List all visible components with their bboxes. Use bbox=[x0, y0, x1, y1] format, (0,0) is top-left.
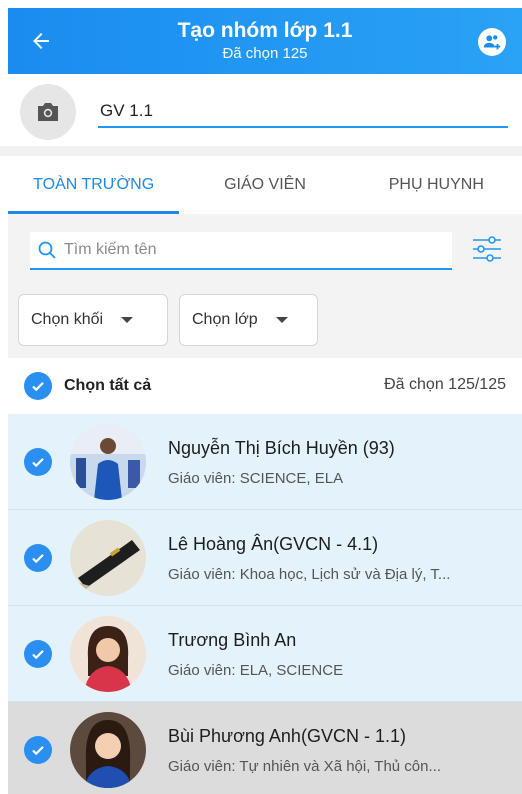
member-detail: Giáo viên: Khoa học, Lịch sử và Địa lý, … bbox=[168, 566, 451, 583]
member-detail: Giáo viên: ELA, SCIENCE bbox=[168, 662, 344, 679]
member-list: Nguyễn Thị Bích Huyền (93) Giáo viên: SC… bbox=[8, 414, 522, 794]
selected-summary: Đã chọn 125 bbox=[222, 45, 308, 62]
tab-parents[interactable]: PHỤ HUYNH bbox=[351, 156, 522, 214]
header-titles: Tạo nhóm lớp 1.1 Đã chọn 125 bbox=[8, 18, 522, 64]
search-row bbox=[8, 214, 522, 284]
member-detail: Giáo viên: SCIENCE, ELA bbox=[168, 470, 344, 487]
member-name: Trương Bình An bbox=[168, 630, 297, 650]
select-count: Đã chọn 125/125 bbox=[384, 376, 506, 393]
filter-row: Chọn khối Chọn lớp bbox=[8, 284, 522, 358]
section-divider bbox=[0, 146, 522, 156]
caret-down-icon bbox=[275, 317, 288, 323]
tab-teachers[interactable]: GIÁO VIÊN bbox=[179, 156, 350, 214]
avatar bbox=[70, 616, 146, 692]
list-item[interactable]: Nguyễn Thị Bích Huyền (93) Giáo viên: SC… bbox=[8, 414, 522, 510]
avatar bbox=[70, 712, 146, 788]
tab-bar: TOÀN TRƯỜNG GIÁO VIÊN PHỤ HUYNH bbox=[8, 156, 522, 214]
grade-dropdown-label: Chọn khối bbox=[31, 311, 104, 328]
caret-down-icon bbox=[121, 317, 134, 323]
select-all-row[interactable]: Chọn tất cả Đã chọn 125/125 bbox=[0, 358, 522, 414]
filter-button[interactable] bbox=[470, 232, 504, 266]
search-icon bbox=[30, 240, 64, 260]
select-all-label: Chọn tất cả bbox=[64, 377, 152, 394]
class-dropdown[interactable]: Chọn lớp bbox=[179, 294, 318, 346]
grade-dropdown[interactable]: Chọn khối bbox=[18, 294, 168, 346]
group-name-row bbox=[8, 74, 522, 156]
check-circle-icon[interactable] bbox=[24, 544, 52, 572]
list-item[interactable]: Trương Bình An Giáo viên: ELA, SCIENCE bbox=[8, 606, 522, 702]
group-name-input[interactable] bbox=[98, 96, 508, 128]
member-name: Lê Hoàng Ân(GVCN - 4.1) bbox=[168, 534, 379, 554]
avatar bbox=[70, 520, 146, 596]
check-circle-icon[interactable] bbox=[24, 640, 52, 668]
camera-button[interactable] bbox=[20, 84, 76, 140]
check-circle-icon[interactable] bbox=[24, 448, 52, 476]
class-dropdown-label: Chọn lớp bbox=[192, 311, 258, 328]
sliders-icon bbox=[473, 236, 501, 262]
check-circle-icon[interactable] bbox=[24, 372, 52, 400]
search-box bbox=[30, 232, 452, 270]
avatar bbox=[70, 424, 146, 500]
check-circle-icon[interactable] bbox=[24, 736, 52, 764]
member-name: Nguyễn Thị Bích Huyền (93) bbox=[168, 438, 395, 458]
list-item[interactable]: Lê Hoàng Ân(GVCN - 4.1) Giáo viên: Khoa … bbox=[8, 510, 522, 606]
member-name: Bùi Phương Anh(GVCN - 1.1) bbox=[168, 726, 406, 746]
list-item[interactable]: Bùi Phương Anh(GVCN - 1.1) Giáo viên: Tự… bbox=[8, 702, 522, 794]
camera-icon bbox=[38, 103, 58, 121]
group-add-button[interactable] bbox=[478, 28, 506, 56]
page-title: Tạo nhóm lớp 1.1 bbox=[177, 19, 353, 42]
app-header: Tạo nhóm lớp 1.1 Đã chọn 125 bbox=[8, 8, 522, 74]
member-detail: Giáo viên: Tự nhiên và Xã hội, Thủ côn..… bbox=[168, 758, 441, 775]
tab-whole-school[interactable]: TOÀN TRƯỜNG bbox=[8, 156, 180, 214]
search-input[interactable] bbox=[64, 241, 452, 259]
group-add-icon bbox=[483, 35, 501, 50]
